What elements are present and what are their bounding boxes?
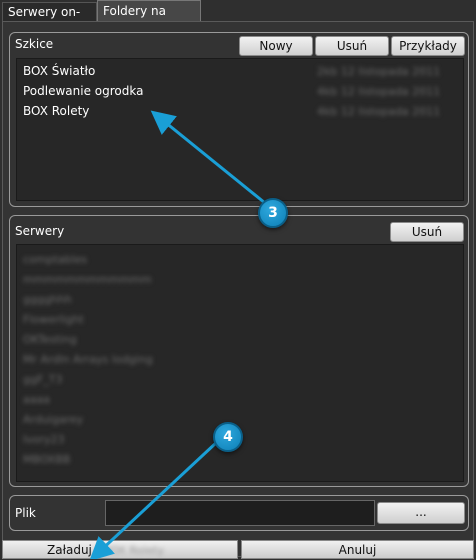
list-item[interactable]: Mr ArdIn Arrays lodging	[23, 353, 153, 366]
sketches-group: Szkice Nowy Usuń Przykłady BOX Światło 2…	[9, 32, 469, 207]
sketch-name: BOX Światło	[23, 64, 96, 78]
list-item[interactable]: MBOXBB	[23, 453, 70, 466]
sketches-title: Szkice	[15, 37, 54, 51]
cancel-button[interactable]: Anuluj	[241, 540, 474, 559]
list-item[interactable]: ggF_T3	[23, 373, 63, 386]
list-item[interactable]: Podlewanie ogrodka	[23, 84, 143, 98]
sketch-meta: 4kb 12 listopada 2011	[317, 85, 441, 98]
servers-list[interactable]: comptables mmmmmmmmmmmm gggghhh Flowerli…	[16, 244, 464, 482]
delete-server-button[interactable]: Usuń	[390, 222, 464, 242]
file-group: Plik ...	[9, 495, 469, 531]
load-button-label: Załaduj	[47, 543, 92, 557]
list-item[interactable]: mmmmmmmmmmmm	[23, 273, 152, 286]
new-sketch-button[interactable]: Nowy	[239, 36, 313, 56]
sketch-meta: 2kb 12 listopada 2011	[317, 65, 441, 78]
delete-sketch-button[interactable]: Usuń	[315, 36, 389, 56]
list-item[interactable]: BOX Światło	[23, 64, 95, 78]
callout-badge-4: 4	[213, 422, 243, 452]
tab-disk-folders[interactable]: Foldery na dysku	[97, 0, 201, 39]
list-item[interactable]: Flowerlight	[23, 313, 84, 326]
list-item[interactable]: aaaa	[23, 393, 50, 406]
load-button[interactable]: Załaduj BOX Rolety	[2, 540, 238, 559]
file-label: Plik	[15, 506, 36, 520]
list-item[interactable]: comptables	[23, 253, 87, 266]
list-item[interactable]: BOX Rolety	[23, 104, 89, 118]
examples-button[interactable]: Przykłady	[391, 36, 465, 56]
browse-button[interactable]: ...	[377, 502, 465, 524]
list-item[interactable]: Arduigarey	[23, 413, 83, 426]
servers-title: Serwery	[15, 224, 65, 238]
list-item[interactable]: gggghhh	[23, 293, 72, 306]
sketch-name: Podlewanie ogrodka	[23, 84, 144, 98]
load-hint: BOX Rolety	[103, 544, 164, 557]
sketches-list[interactable]: BOX Światło 2kb 12 listopada 2011 Podlew…	[16, 58, 464, 201]
sketch-meta: 4kb 12 listopada 2011	[317, 105, 441, 118]
file-path-input[interactable]	[105, 500, 375, 526]
tab-bar: Serwery on-line Foldery na dysku	[0, 0, 476, 39]
sketch-name: BOX Rolety	[23, 104, 90, 118]
list-item[interactable]: OKTesting	[23, 333, 77, 346]
callout-badge-3: 3	[258, 198, 288, 228]
tab-online-servers[interactable]: Serwery on-line	[2, 2, 97, 38]
list-item[interactable]: Ivory23	[23, 433, 65, 446]
